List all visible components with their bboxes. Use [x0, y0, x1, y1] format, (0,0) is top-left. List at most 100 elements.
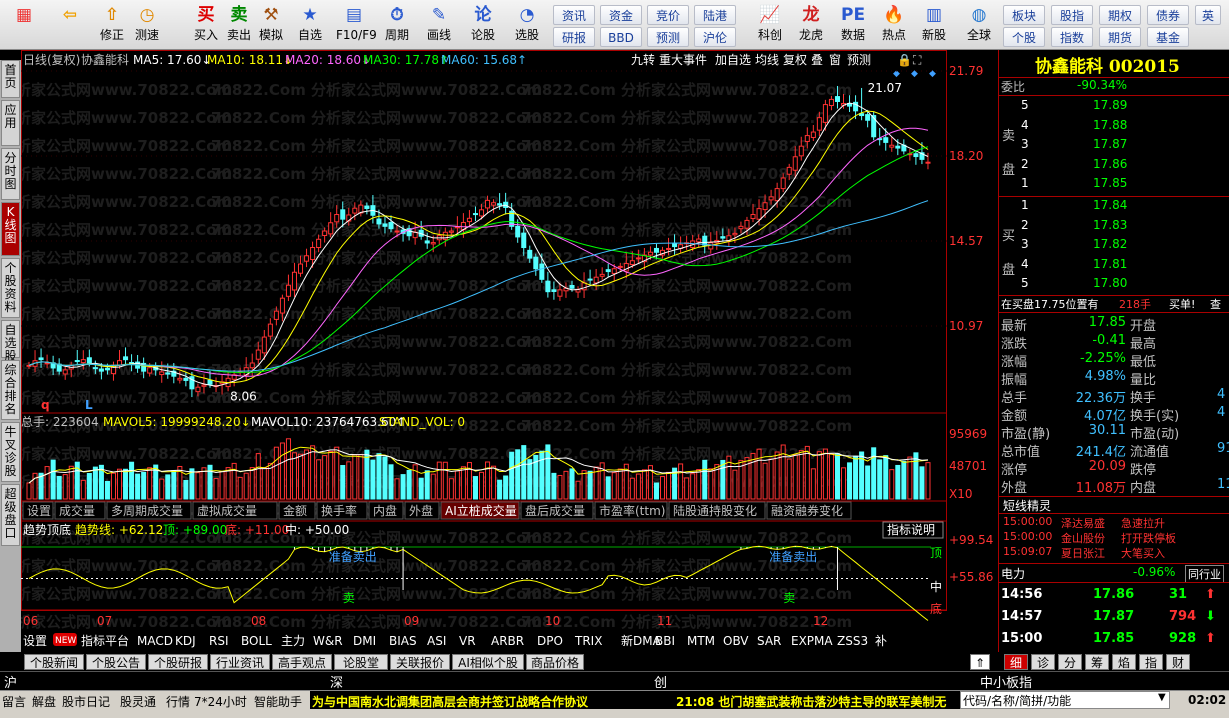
- chart-tab[interactable]: 预测: [847, 53, 871, 67]
- elf-stock[interactable]: 夏日张江: [1061, 545, 1105, 561]
- indicator-select-tab[interactable]: NEW: [53, 633, 77, 646]
- kline-chart-svg[interactable]: 70822.Com 分析家公式网www.70822.Com70822.Com 分…: [0, 50, 998, 652]
- market-button[interactable]: 股指: [1051, 5, 1093, 25]
- ask-price[interactable]: 17.88: [1093, 118, 1127, 132]
- indicator-select-tab[interactable]: 指标平台: [81, 633, 129, 648]
- quick-button[interactable]: BBD: [600, 27, 642, 47]
- sector-name[interactable]: 电力: [1001, 565, 1025, 582]
- candle[interactable]: [859, 87, 865, 121]
- market-button[interactable]: 指数: [1051, 27, 1093, 47]
- indicator-tab[interactable]: 陆股通持股变化: [668, 501, 766, 520]
- quote-tab[interactable]: 焰: [1112, 654, 1136, 670]
- left-nav-item[interactable]: 分时图: [1, 148, 20, 200]
- info-tab[interactable]: 个股新闻: [24, 654, 84, 670]
- candle[interactable]: [925, 152, 931, 170]
- lock-icon[interactable]: 🔒: [897, 53, 912, 67]
- market-index-label[interactable]: 沪: [4, 672, 17, 691]
- search-input[interactable]: 代码/名称/简拼/功能: [960, 691, 1170, 709]
- market-button[interactable]: 债券: [1147, 5, 1189, 25]
- chart-tab[interactable]: 窗: [829, 53, 841, 67]
- news-ticker-1[interactable]: 为与中国南水北调集团高层会商并签订战略合作协议: [312, 693, 588, 710]
- left-nav-item[interactable]: 个股资料: [1, 258, 20, 318]
- info-tab[interactable]: 个股研报: [148, 654, 208, 670]
- indicator-tab[interactable]: 换手率: [316, 501, 368, 520]
- status-item[interactable]: 解盘: [32, 693, 56, 710]
- indicator-tab[interactable]: 外盘: [404, 501, 440, 520]
- toolbar-stock-select-button[interactable]: ◔ 选股: [509, 4, 545, 48]
- market-index-label[interactable]: 深: [330, 672, 343, 691]
- bid-price[interactable]: 17.83: [1093, 218, 1127, 232]
- toolbar-simulate-button[interactable]: ⚒ 模拟: [256, 4, 286, 48]
- toolbar-data-button[interactable]: PE 数据: [835, 4, 871, 48]
- toolbar-global-button[interactable]: ◍ 全球: [961, 4, 997, 48]
- market-button[interactable]: 期货: [1099, 27, 1141, 47]
- short-term-elf-title[interactable]: 短线精灵: [1003, 497, 1051, 514]
- toolbar-watchlist-button[interactable]: ★ 自选: [292, 4, 328, 48]
- info-tab[interactable]: AI相似个股: [452, 654, 524, 670]
- info-tab[interactable]: 行业资讯: [210, 654, 270, 670]
- chart-tab[interactable]: 重大事件: [659, 53, 707, 67]
- left-nav-item[interactable]: 自选股: [1, 320, 20, 363]
- indicator-select-tab[interactable]: 主力: [281, 634, 305, 648]
- indicator-select-tab[interactable]: EXPMA: [791, 634, 833, 648]
- expand-icon[interactable]: ⇑: [970, 654, 990, 670]
- toolbar-correct-button[interactable]: ⇧ 修正: [96, 4, 128, 48]
- indicator-tab[interactable]: 虚拟成交量: [192, 501, 278, 520]
- toolbar-sci-tech-button[interactable]: 📈 科创: [752, 4, 788, 48]
- quote-tab[interactable]: 诊: [1031, 654, 1055, 670]
- toolbar-back-button[interactable]: ⇦: [50, 4, 90, 48]
- indicator-select-tab[interactable]: BOLL: [241, 634, 272, 648]
- indicator-select-tab[interactable]: 设置: [23, 634, 47, 648]
- quote-tab[interactable]: 财: [1166, 654, 1190, 670]
- quick-button[interactable]: 预测: [647, 27, 689, 47]
- toolbar-draw-line-button[interactable]: ✎ 画线: [421, 4, 457, 48]
- market-button[interactable]: 个股: [1003, 27, 1045, 47]
- market-button[interactable]: 板块: [1003, 5, 1045, 25]
- toolbar-discuss-button[interactable]: 论论股: [466, 4, 500, 48]
- bid-price[interactable]: 17.84: [1093, 198, 1127, 212]
- candle[interactable]: [328, 212, 334, 238]
- inline-alert-check[interactable]: 查: [1210, 296, 1221, 312]
- toolbar-period-button[interactable]: ⏱ 周期: [379, 4, 415, 48]
- chart-tab[interactable]: 叠: [811, 53, 823, 67]
- indicator-select-tab[interactable]: SAR: [757, 634, 781, 648]
- indicator-select-tab[interactable]: OBV: [723, 634, 749, 648]
- info-tab[interactable]: 高手观点: [272, 654, 332, 670]
- indicator-select-tab[interactable]: DMI: [353, 634, 376, 648]
- indicator-tab[interactable]: 融资融券变化: [766, 501, 852, 520]
- chart-tab[interactable]: 均线: [755, 53, 779, 67]
- quote-tab[interactable]: 筹: [1085, 654, 1109, 670]
- info-tab[interactable]: 关联报价: [390, 654, 450, 670]
- fullscreen-icon[interactable]: ⛶: [912, 53, 922, 67]
- quick-button[interactable]: 竞价: [647, 5, 689, 25]
- indicator-tab[interactable]: 市盈率(ttm): [594, 501, 668, 520]
- market-button[interactable]: 期权: [1099, 5, 1141, 25]
- quote-tab[interactable]: 指: [1139, 654, 1163, 670]
- status-item[interactable]: 股市日记: [62, 693, 110, 710]
- market-button[interactable]: 基金: [1147, 27, 1189, 47]
- toolbar-f10-button[interactable]: ▤ F10/F9: [336, 4, 377, 48]
- indicator-tab[interactable]: AI立桩成交量: [440, 501, 520, 520]
- bid-price[interactable]: 17.81: [1093, 257, 1127, 271]
- toolbar-speed-test-button[interactable]: ◷ 测速: [131, 4, 163, 48]
- indicator-tab[interactable]: 金额: [278, 501, 316, 520]
- same-industry-link[interactable]: 同行业: [1185, 565, 1224, 583]
- chart-tab[interactable]: 加自选: [715, 53, 751, 67]
- chart-tab[interactable]: 九转: [631, 52, 655, 67]
- dropdown-arrow-icon[interactable]: ▼: [1158, 692, 1166, 703]
- elf-stock[interactable]: 金山股份: [1061, 530, 1105, 546]
- toolbar-new-stock-button[interactable]: ▥ 新股: [916, 4, 952, 48]
- indicator-tab[interactable]: 设置: [22, 501, 54, 520]
- candle[interactable]: [913, 150, 919, 165]
- toolbar-dragon-tiger-button[interactable]: 龙龙虎: [793, 4, 829, 48]
- chart-tab[interactable]: 复权: [783, 53, 807, 67]
- indicator-select-tab[interactable]: BIAS: [389, 634, 417, 648]
- status-item[interactable]: 行情: [166, 693, 190, 710]
- info-tab[interactable]: 个股公告: [86, 654, 146, 670]
- bid-price[interactable]: 17.82: [1093, 237, 1127, 251]
- news-ticker-2[interactable]: 21:08 也门胡塞武装称击落沙特主导的联军美制无: [676, 693, 960, 710]
- indicator-select-tab[interactable]: 补: [875, 634, 887, 648]
- quick-button[interactable]: 资金: [600, 5, 642, 25]
- candle[interactable]: [889, 136, 895, 152]
- candle[interactable]: [901, 139, 907, 155]
